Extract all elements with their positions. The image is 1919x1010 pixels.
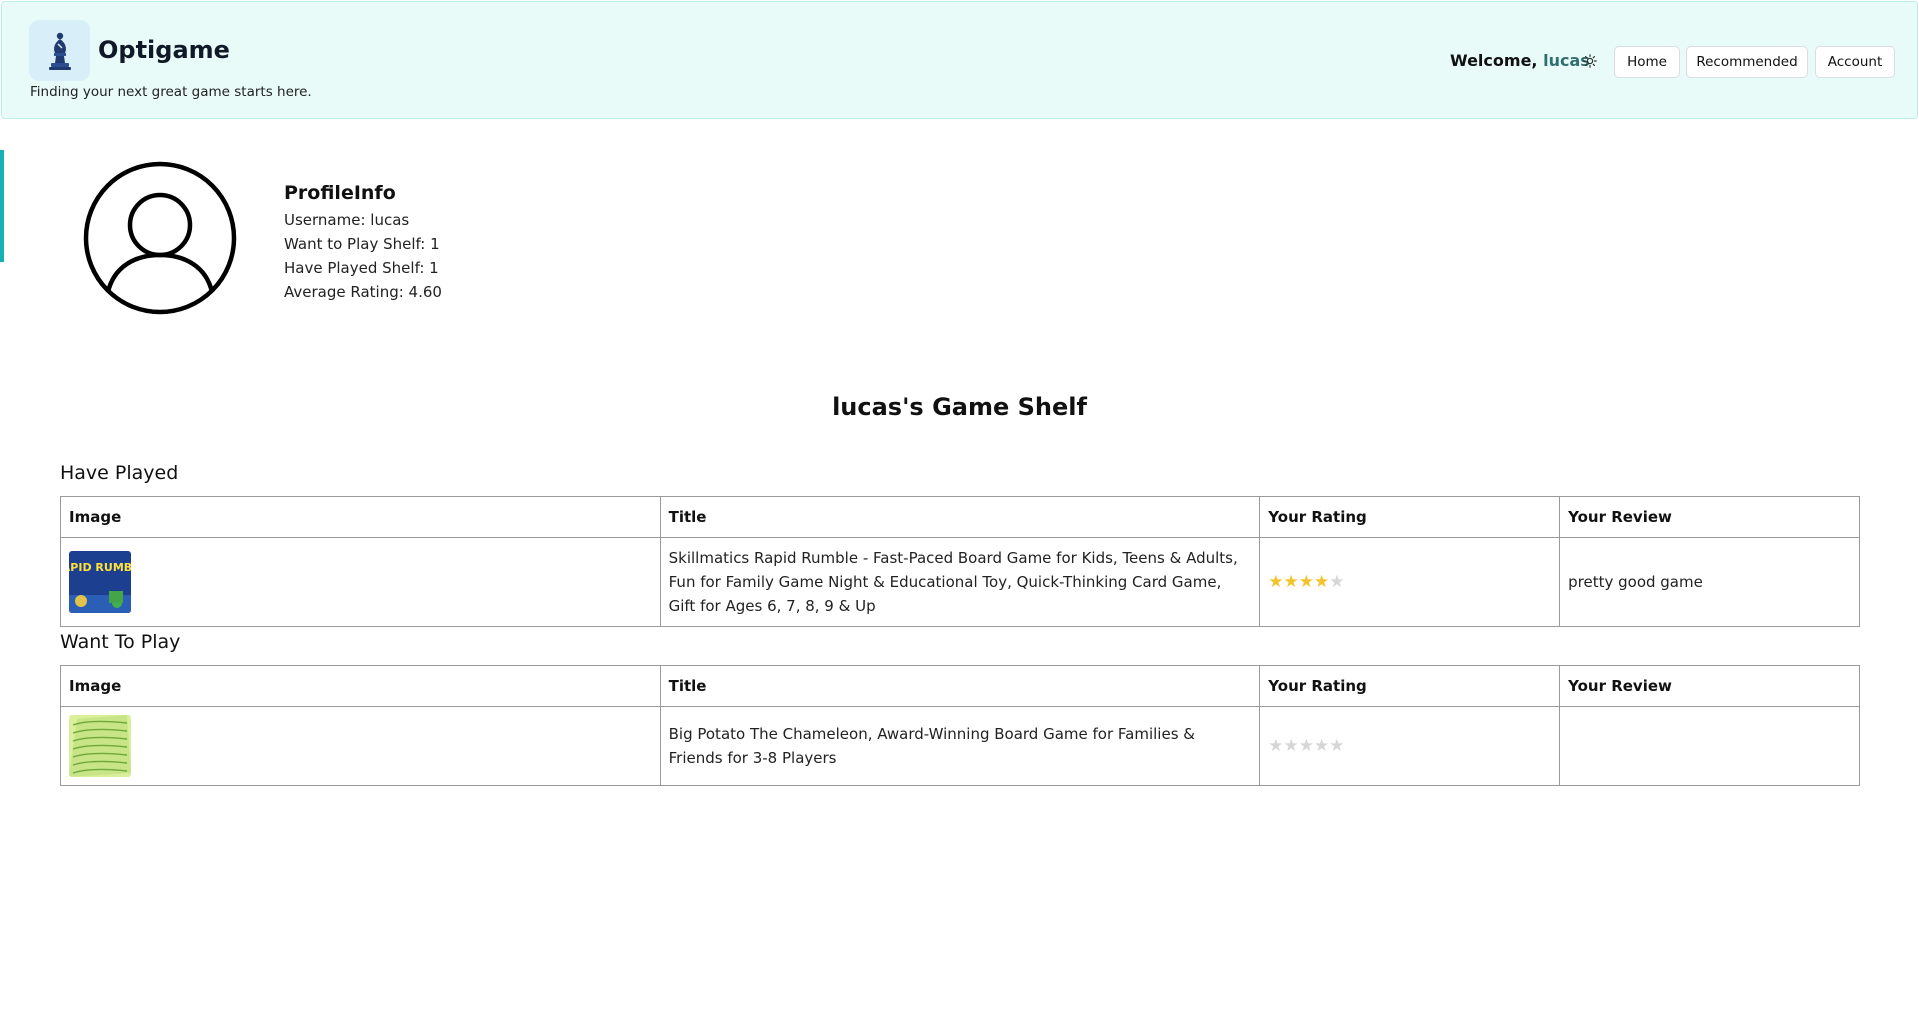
column-header-review: Your Review [1559, 496, 1860, 538]
game-review-cell [1559, 706, 1860, 786]
star-rating[interactable]: ★★★★★ [1268, 570, 1551, 594]
column-header-image: Image [60, 665, 661, 707]
table-header-row: Image Title Your Rating Your Review [60, 496, 1860, 538]
game-title-cell: Skillmatics Rapid Rumble - Fast-Paced Bo… [659, 537, 1261, 627]
profile-average-rating: Average Rating: 4.60 [284, 283, 442, 301]
star-icon[interactable]: ★ [1299, 736, 1314, 756]
game-shelf-title: lucas's Game Shelf [832, 393, 1087, 421]
profile-want-count: Want to Play Shelf: 1 [284, 235, 440, 253]
table-row: RAPID RUMBLE Skillmatics Rapid Rumble - … [60, 537, 1860, 627]
star-icon[interactable]: ★ [1329, 572, 1344, 592]
nav-recommended-button[interactable]: Recommended [1686, 46, 1808, 78]
game-review-cell: pretty good game [1559, 537, 1860, 627]
user-avatar-icon [82, 160, 238, 316]
welcome-prefix: Welcome, [1450, 51, 1538, 70]
column-header-review: Your Review [1559, 665, 1860, 707]
nav-home-button[interactable]: Home [1614, 46, 1680, 78]
want-to-play-table: Image Title Your Rating Your Review Big … [60, 665, 1860, 786]
tagline: Finding your next great game starts here… [30, 84, 312, 100]
game-thumbnail[interactable] [69, 715, 131, 777]
table-row: Big Potato The Chameleon, Award-Winning … [60, 706, 1860, 786]
star-icon[interactable]: ★ [1299, 572, 1314, 592]
nav-account-button[interactable]: Account [1815, 46, 1895, 78]
star-icon[interactable]: ★ [1314, 736, 1329, 756]
have-played-table: Image Title Your Rating Your Review RAPI… [60, 496, 1860, 627]
column-header-image: Image [60, 496, 661, 538]
brand-name[interactable]: Optigame [98, 36, 230, 64]
game-thumbnail[interactable]: RAPID RUMBLE [69, 551, 131, 613]
star-rating[interactable]: ★★★★★ [1268, 734, 1551, 758]
star-icon[interactable]: ★ [1268, 572, 1283, 592]
column-header-title: Title [659, 665, 1261, 707]
welcome-message: Welcome, lucas [1450, 51, 1590, 70]
column-header-title: Title [659, 496, 1261, 538]
profile-info: ProfileInfo Username: lucas Want to Play… [284, 182, 442, 304]
star-icon[interactable]: ★ [1268, 736, 1283, 756]
have-played-heading: Have Played [60, 462, 179, 484]
chess-bishop-logo-icon[interactable] [29, 20, 90, 81]
game-image-cell: RAPID RUMBLE [60, 537, 661, 627]
profile-played-count: Have Played Shelf: 1 [284, 259, 439, 277]
sun-icon[interactable] [1581, 52, 1599, 70]
game-rating-cell: ★★★★★ [1259, 706, 1561, 786]
column-header-rating: Your Rating [1259, 496, 1561, 538]
table-header-row: Image Title Your Rating Your Review [60, 665, 1860, 707]
game-image-cell [60, 706, 661, 786]
profile-info-title: ProfileInfo [284, 182, 396, 204]
svg-text:RAPID RUMBLE: RAPID RUMBLE [69, 561, 131, 574]
star-icon[interactable]: ★ [1284, 572, 1299, 592]
star-icon[interactable]: ★ [1314, 572, 1329, 592]
column-header-rating: Your Rating [1259, 665, 1561, 707]
want-to-play-heading: Want To Play [60, 631, 181, 653]
profile-username: Username: lucas [284, 211, 410, 229]
star-icon[interactable]: ★ [1284, 736, 1299, 756]
site-header: Optigame Finding your next great game st… [1, 1, 1918, 119]
star-icon[interactable]: ★ [1329, 736, 1344, 756]
game-rating-cell: ★★★★★ [1259, 537, 1561, 627]
game-title-cell: Big Potato The Chameleon, Award-Winning … [659, 706, 1261, 786]
focus-accent-bar [0, 150, 4, 262]
